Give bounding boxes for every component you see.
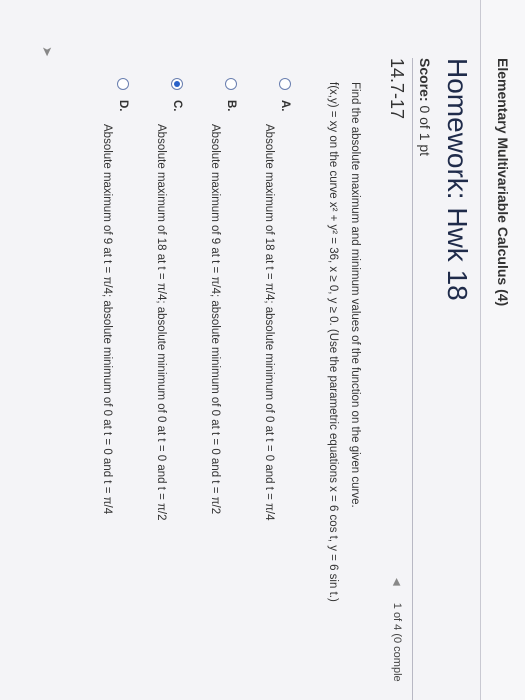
- question-id: 14.7-17: [387, 58, 407, 120]
- option-a-letter: A.: [279, 100, 291, 112]
- option-d-text: Absolute maximum of 9 at t = π/4; absolu…: [101, 124, 113, 515]
- option-c-text: Absolute maximum of 18 at t = π/4; absol…: [155, 124, 167, 521]
- option-a[interactable]: A. Absolute maximum of 18 at t = π/4; ab…: [239, 78, 293, 698]
- option-b-letter: B.: [225, 100, 237, 112]
- score-label: Score:: [417, 58, 433, 102]
- course-header: Elementary Multivariable Calculus (4): [480, 0, 525, 700]
- option-a-text: Absolute maximum of 18 at t = π/4; absol…: [263, 124, 275, 521]
- score-value: 0 of 1 pt: [417, 105, 433, 157]
- homework-page: Elementary Multivariable Calculus (4) Ho…: [0, 0, 525, 700]
- option-c-radio[interactable]: [171, 78, 183, 90]
- problem-detail: f(x,y) = xy on the curve x² + y² = 36, x…: [327, 82, 339, 602]
- question-nav[interactable]: ◀ 1 of 4 (0 comple: [391, 578, 403, 682]
- option-b-text: Absolute maximum of 9 at t = π/4; absolu…: [209, 124, 221, 515]
- option-c[interactable]: C. Absolute maximum of 18 at t = π/4; ab…: [131, 78, 185, 698]
- mouse-cursor-icon: ➤: [40, 46, 55, 57]
- option-c-letter: C.: [171, 100, 183, 112]
- option-d-letter: D.: [117, 100, 129, 112]
- previous-arrow-icon[interactable]: ◀: [391, 578, 402, 586]
- answer-options: A. Absolute maximum of 18 at t = π/4; ab…: [77, 78, 293, 698]
- option-a-radio[interactable]: [279, 78, 291, 90]
- option-d[interactable]: D. Absolute maximum of 9 at t = π/4; abs…: [77, 78, 131, 698]
- problem-prompt: Find the absolute maximum and minimum va…: [349, 82, 361, 508]
- question-nav-label: 1 of 4 (0 comple: [391, 602, 403, 682]
- option-b-radio[interactable]: [225, 78, 237, 90]
- option-b[interactable]: B. Absolute maximum of 9 at t = π/4; abs…: [185, 78, 239, 698]
- course-title: Elementary Multivariable Calculus (4): [495, 58, 511, 307]
- option-d-radio[interactable]: [117, 78, 129, 90]
- homework-title: Homework: Hwk 18: [442, 58, 473, 301]
- divider: [412, 58, 413, 700]
- score-line: Score: 0 of 1 pt: [417, 58, 433, 156]
